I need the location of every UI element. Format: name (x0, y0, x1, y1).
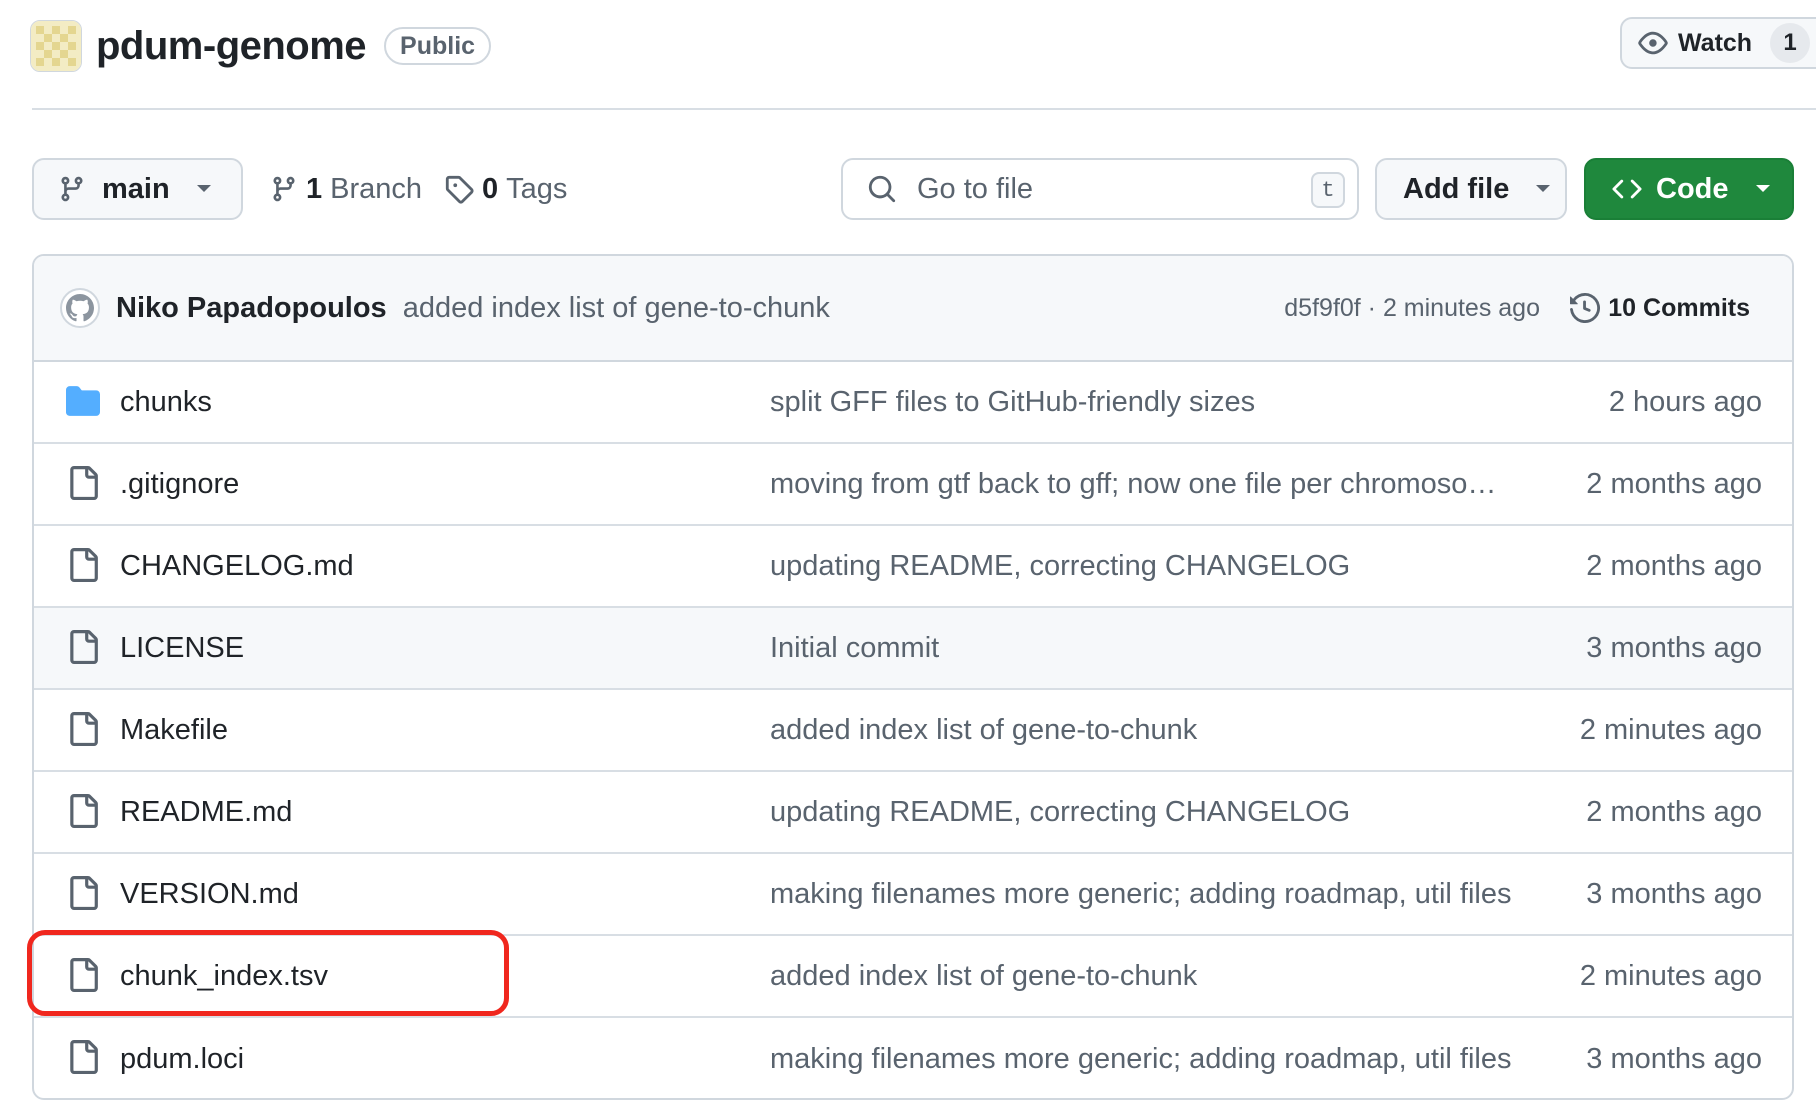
watch-label: Watch (1678, 28, 1753, 57)
avatar[interactable] (60, 288, 100, 328)
file-name[interactable]: LICENSE (120, 632, 244, 665)
eye-icon (1638, 28, 1668, 58)
header-divider (32, 108, 1816, 110)
git-branch-icon (58, 175, 86, 203)
add-file-label: Add file (1403, 172, 1510, 205)
code-button[interactable]: Code (1584, 158, 1794, 220)
history-icon (1570, 293, 1601, 323)
file-name[interactable]: VERSION.md (120, 878, 299, 911)
table-row[interactable]: chunks split GFF files to GitHub-friendl… (34, 362, 1792, 444)
chevron-down-icon (1535, 184, 1551, 194)
folder-icon (66, 384, 100, 418)
branch-name: main (102, 172, 170, 205)
table-row[interactable]: LICENSE Initial commit 3 months ago (34, 608, 1792, 690)
file-icon (66, 712, 100, 746)
search-input[interactable] (915, 171, 1299, 207)
file-icon (66, 630, 100, 664)
file-commit-time: 3 months ago (1586, 1042, 1762, 1075)
repo-name[interactable]: pdum-genome (96, 24, 367, 69)
tags-count: 0 (482, 172, 499, 205)
file-name[interactable]: CHANGELOG.md (120, 550, 354, 583)
table-row[interactable]: CHANGELOG.md updating README, correcting… (34, 526, 1792, 608)
table-row[interactable]: Makefile added index list of gene-to-chu… (34, 690, 1792, 772)
file-commit-message[interactable]: moving from gtf back to gff; now one fil… (770, 468, 1496, 501)
table-row[interactable]: pdum.loci making filenames more generic;… (34, 1018, 1792, 1098)
file-name[interactable]: README.md (120, 796, 292, 829)
file-name[interactable]: chunks (120, 386, 212, 419)
file-commit-message[interactable]: added index list of gene-to-chunk (770, 714, 1197, 747)
chevron-down-icon (196, 184, 212, 194)
go-to-file-search[interactable]: t (841, 158, 1359, 220)
annotation-highlight-box (27, 930, 509, 1016)
file-icon (66, 1040, 100, 1074)
file-name[interactable]: pdum.loci (120, 1043, 244, 1076)
chevron-down-icon (1755, 184, 1771, 194)
watch-count: 1 (1770, 23, 1811, 63)
repo-avatar[interactable] (30, 20, 82, 72)
file-commit-time: 2 hours ago (1608, 385, 1762, 418)
commits-history-link[interactable]: 10 Commits (1570, 293, 1750, 323)
file-name[interactable]: Makefile (120, 714, 228, 747)
commit-message[interactable]: added index list of gene-to-chunk (403, 292, 830, 325)
file-commit-message[interactable]: updating README, correcting CHANGELOG (770, 550, 1350, 583)
git-branch-icon (270, 175, 298, 203)
file-commit-time: 3 months ago (1586, 631, 1762, 664)
commits-count-label: 10 Commits (1608, 293, 1750, 322)
commit-hash-time[interactable]: d5f9f0f · 2 minutes ago (1284, 294, 1540, 323)
file-commit-message[interactable]: Initial commit (770, 632, 939, 665)
file-commit-time: 2 minutes ago (1579, 959, 1762, 992)
file-commit-time: 2 minutes ago (1579, 713, 1762, 746)
table-row[interactable]: .gitignore moving from gtf back to gff; … (34, 444, 1792, 526)
watch-button[interactable]: Watch 1 (1620, 17, 1816, 69)
keyboard-shortcut-hint: t (1311, 172, 1345, 208)
add-file-button[interactable]: Add file (1375, 158, 1567, 220)
repo-header: pdum-genome Public (30, 20, 492, 72)
branch-selector-button[interactable]: main (32, 158, 243, 220)
file-commit-time: 3 months ago (1586, 877, 1762, 910)
branches-link[interactable]: 1 Branch (270, 158, 422, 220)
code-label: Code (1656, 172, 1729, 205)
file-icon (66, 466, 100, 500)
file-commit-message[interactable]: making filenames more generic; adding ro… (770, 1043, 1511, 1076)
code-icon (1612, 174, 1642, 204)
commit-author[interactable]: Niko Papadopoulos (116, 292, 387, 325)
file-name[interactable]: .gitignore (120, 468, 239, 501)
visibility-badge: Public (384, 27, 492, 65)
file-commit-message[interactable]: split GFF files to GitHub-friendly sizes (770, 386, 1255, 419)
branches-label: Branch (330, 172, 423, 205)
latest-commit-bar: Niko Papadopoulos added index list of ge… (34, 256, 1792, 362)
file-icon (66, 794, 100, 828)
tags-label: Tags (506, 172, 568, 205)
file-commit-message[interactable]: making filenames more generic; adding ro… (770, 878, 1511, 911)
file-commit-message[interactable]: updating README, correcting CHANGELOG (770, 796, 1350, 829)
file-commit-message[interactable]: added index list of gene-to-chunk (770, 960, 1197, 993)
file-commit-time: 2 months ago (1586, 467, 1762, 500)
branches-count: 1 (306, 172, 323, 205)
file-commit-time: 2 months ago (1586, 549, 1762, 582)
file-icon (66, 876, 100, 910)
file-commit-time: 2 months ago (1586, 795, 1762, 828)
table-row[interactable]: README.md updating README, correcting CH… (34, 772, 1792, 854)
tag-icon (444, 174, 474, 204)
table-row[interactable]: VERSION.md making filenames more generic… (34, 854, 1792, 936)
search-icon (867, 174, 897, 204)
file-icon (66, 548, 100, 582)
tags-link[interactable]: 0 Tags (444, 158, 567, 220)
